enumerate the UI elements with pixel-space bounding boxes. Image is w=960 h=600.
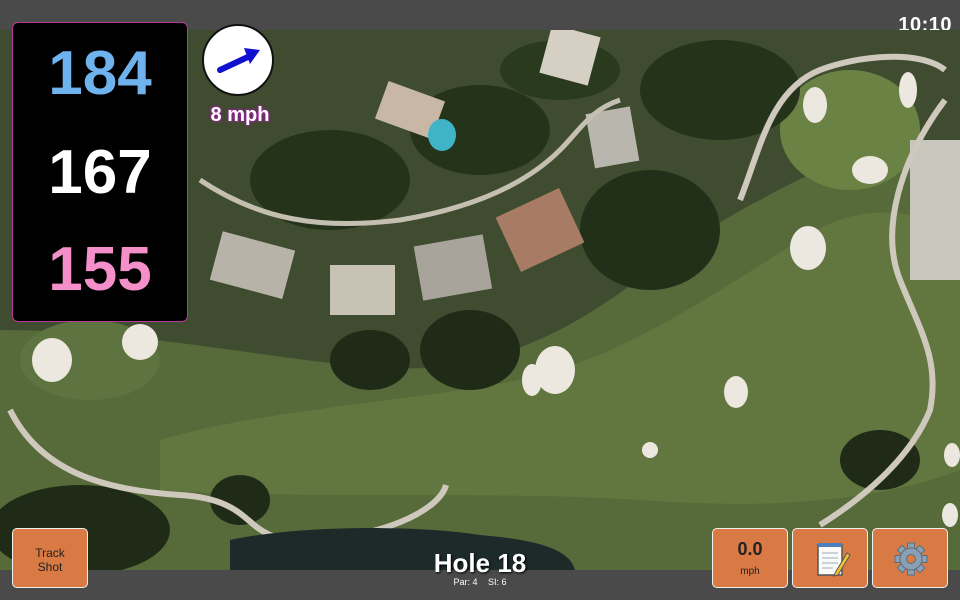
speed-button[interactable]: 0.0 mph [712, 528, 788, 588]
speed-value: 0.0 [737, 539, 763, 559]
hole-stroke-index: SI: 6 [488, 577, 507, 587]
yardage-panel: 184 167 155 [12, 22, 188, 322]
wind-indicator [202, 24, 274, 96]
notes-button[interactable] [792, 528, 868, 588]
track-shot-button[interactable]: Track Shot [12, 528, 88, 588]
gear-icon [894, 542, 928, 576]
wind-arrow-icon [217, 48, 260, 73]
wind-speed-label: 8 mph [210, 104, 270, 126]
settings-button[interactable] [872, 528, 948, 588]
middle-yardage: 167 [48, 138, 152, 207]
hole-info: Par: 4 SI: 6 [380, 577, 580, 587]
front-yardage: 155 [48, 235, 152, 304]
hole-title: Hole 18 [433, 548, 527, 578]
notepad-icon [817, 543, 851, 577]
speed-unit: mph [740, 566, 760, 577]
track-shot-label-line1: Track [35, 546, 65, 560]
hole-par: Par: 4 [453, 577, 478, 587]
track-shot-label-line2: Shot [37, 560, 63, 574]
back-yardage: 184 [48, 39, 152, 108]
